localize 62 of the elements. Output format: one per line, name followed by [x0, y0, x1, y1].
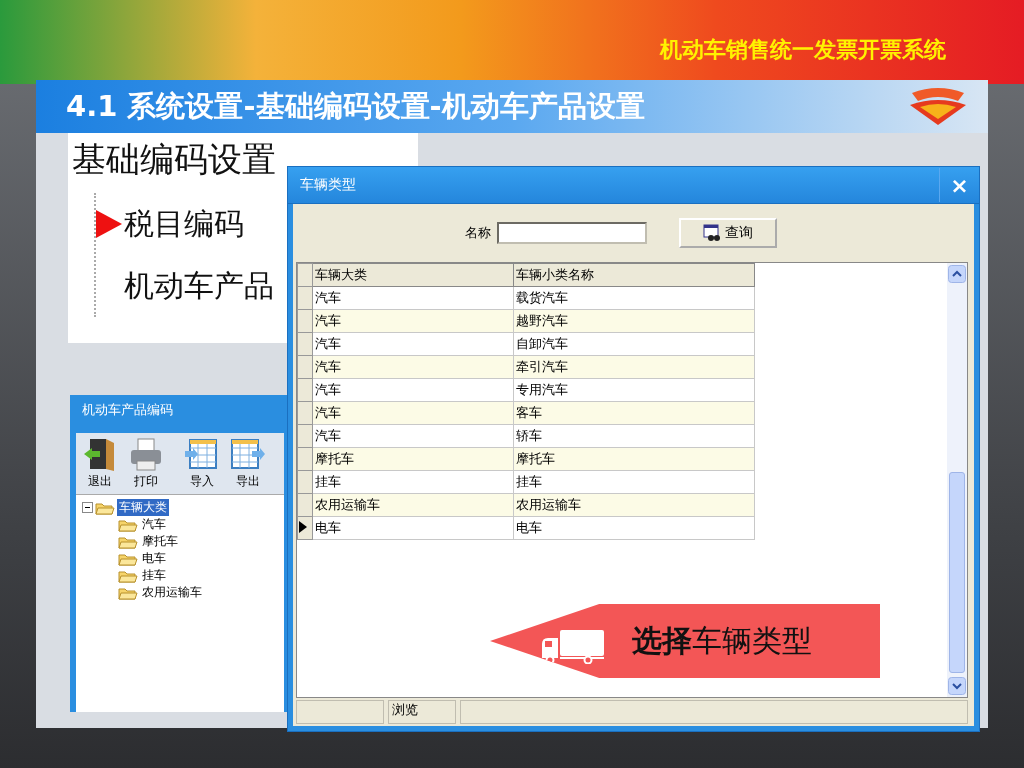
tree-item[interactable]: 汽车 [140, 516, 168, 533]
print-button[interactable]: 打印 [124, 437, 168, 490]
table-cell: 自卸汽车 [513, 332, 755, 356]
row-header[interactable] [297, 516, 313, 540]
table-cell: 农用运输车 [513, 493, 755, 517]
row-header [297, 263, 313, 287]
table-cell: 摩托车 [513, 447, 755, 471]
current-row-icon [299, 520, 307, 533]
tree-item[interactable]: 农用运输车 [140, 584, 204, 601]
field-label: 名称 [465, 224, 491, 242]
query-button[interactable]: 查询 [679, 218, 777, 248]
scroll-thumb[interactable] [949, 472, 965, 674]
status-text: 浏览 [388, 700, 456, 724]
column-header[interactable]: 车辆小类名称 [513, 263, 755, 287]
callout-text: 选择车辆类型 [632, 621, 812, 660]
table-cell: 汽车 [312, 355, 514, 379]
table-cell: 农用运输车 [312, 493, 514, 517]
table-cell: 客车 [513, 401, 755, 425]
slide-title: 4.1 系统设置-基础编码设置-机动车产品设置 [66, 87, 645, 125]
tree-item[interactable]: 挂车 [140, 567, 168, 584]
printer-icon [128, 437, 164, 473]
window-title: 机动车产品编码 [81, 401, 174, 419]
dialog-title: 车辆类型 [300, 176, 356, 194]
menu-item[interactable]: 税目编码 [124, 203, 244, 245]
table-cell: 牵引汽车 [513, 355, 755, 379]
table-cell: 汽车 [312, 401, 514, 425]
table-cell: 摩托车 [312, 447, 514, 471]
table-cell: 汽车 [312, 378, 514, 402]
header-title: 机动车销售统一发票开票系统 [660, 36, 946, 64]
table-cell: 电车 [513, 516, 755, 540]
folder-icon [118, 551, 138, 566]
folder-icon [118, 585, 138, 600]
truck-icon [540, 628, 606, 664]
scroll-up-icon [948, 265, 966, 283]
name-field[interactable] [497, 222, 647, 244]
folder-icon [118, 517, 138, 532]
scroll-down-icon [948, 677, 966, 695]
table-cell: 汽车 [312, 309, 514, 333]
folder-icon [95, 500, 115, 515]
table-cell: 汽车 [312, 424, 514, 448]
table-cell: 挂车 [312, 470, 514, 494]
tree-item[interactable]: 车辆大类 [117, 499, 169, 516]
table-cell: 载货汽车 [513, 286, 755, 310]
folder-icon [118, 568, 138, 583]
menu-heading: 基础编码设置 [72, 139, 277, 179]
exit-button[interactable]: 退出 [78, 437, 122, 490]
table-cell: 专用汽车 [513, 378, 755, 402]
tree-item[interactable]: 电车 [140, 550, 168, 567]
menu-item[interactable]: 机动车产品 [124, 265, 274, 307]
binoculars-icon [703, 224, 721, 242]
table-cell: 越野汽车 [513, 309, 755, 333]
folder-icon [118, 534, 138, 549]
tree-item[interactable]: 摩托车 [140, 533, 180, 550]
table-cell: 挂车 [513, 470, 755, 494]
import-button[interactable]: 导入 [180, 437, 224, 490]
column-header[interactable]: 车辆大类 [312, 263, 514, 287]
table-cell: 轿车 [513, 424, 755, 448]
export-button[interactable]: 导出 [226, 437, 270, 490]
table-cell: 汽车 [312, 332, 514, 356]
table-cell: 电车 [312, 516, 514, 540]
table-cell: 汽车 [312, 286, 514, 310]
scrollbar[interactable] [947, 263, 967, 697]
